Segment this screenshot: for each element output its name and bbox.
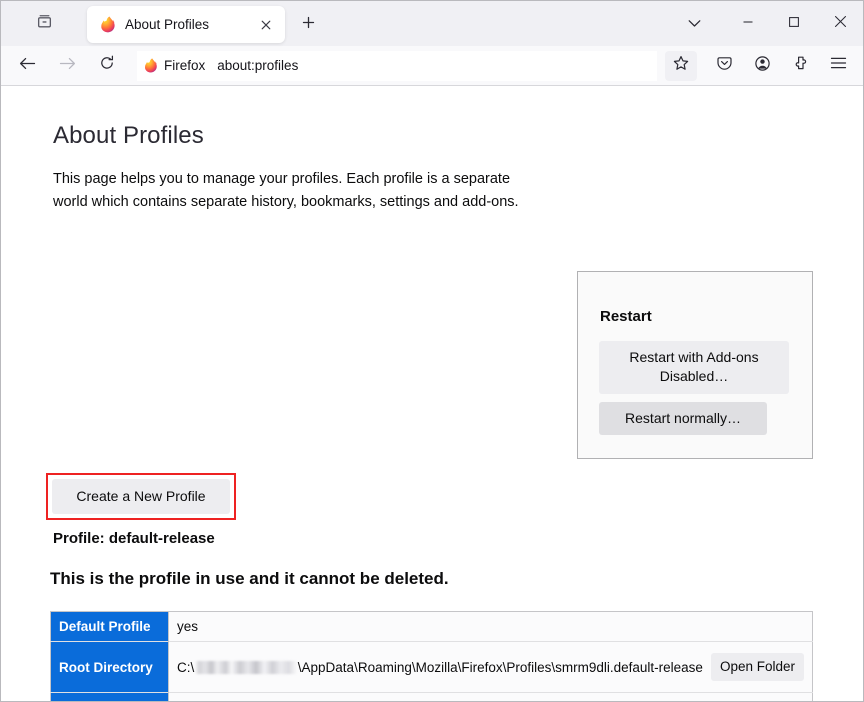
row-value-local-directory: C:\ \AppData\Local\Mozilla\Firefox\Profi… bbox=[168, 692, 813, 701]
account-icon bbox=[754, 55, 771, 77]
create-profile-annotation-highlight: Create a New Profile bbox=[46, 473, 236, 521]
toolbar-right-actions bbox=[705, 50, 857, 82]
tab-close-button[interactable] bbox=[255, 14, 277, 36]
redacted-username-blur bbox=[195, 660, 297, 674]
pocket-button[interactable] bbox=[707, 50, 741, 82]
page-content-area: About Profiles This page helps you to ma… bbox=[1, 86, 863, 701]
star-icon bbox=[673, 55, 689, 76]
minimize-icon bbox=[742, 15, 754, 33]
account-button[interactable] bbox=[745, 50, 779, 82]
chevron-down-icon bbox=[688, 15, 701, 33]
restart-panel: Restart Restart with Add-ons Disabled… R… bbox=[577, 271, 813, 459]
window-controls-region bbox=[675, 1, 863, 46]
row-header-default-profile: Default Profile bbox=[50, 611, 169, 642]
reload-icon bbox=[99, 55, 115, 76]
firefox-view-icon bbox=[36, 13, 53, 35]
address-bar[interactable]: Firefox about:profiles bbox=[137, 50, 657, 81]
about-profiles-page: About Profiles This page helps you to ma… bbox=[1, 86, 863, 701]
url-chip-label: Firefox bbox=[164, 58, 206, 73]
list-all-tabs-button[interactable] bbox=[675, 8, 713, 40]
root-directory-path-prefix: C:\ bbox=[177, 659, 195, 675]
extensions-button[interactable] bbox=[783, 50, 817, 82]
restart-normally-button[interactable]: Restart normally… bbox=[599, 401, 767, 435]
back-arrow-icon bbox=[19, 56, 36, 76]
new-tab-button[interactable] bbox=[294, 11, 322, 39]
profile-details-table: Default Profile yes Root Directory C:\ \… bbox=[50, 611, 813, 701]
window-maximize-button[interactable] bbox=[771, 8, 817, 40]
restart-panel-buttons: Restart with Add-ons Disabled… Restart n… bbox=[599, 341, 789, 435]
tab-title: About Profiles bbox=[125, 17, 210, 32]
forward-button[interactable] bbox=[50, 50, 84, 82]
page-title: About Profiles bbox=[53, 122, 204, 149]
back-button[interactable] bbox=[10, 50, 44, 82]
pocket-icon bbox=[716, 55, 733, 77]
firefox-favicon bbox=[143, 58, 158, 73]
tab-strip-left-region bbox=[1, 1, 87, 46]
bookmark-button[interactable] bbox=[665, 50, 697, 81]
default-profile-value: yes bbox=[177, 619, 199, 634]
app-menu-button[interactable] bbox=[821, 50, 855, 82]
plus-icon bbox=[302, 16, 315, 34]
row-header-root-directory: Root Directory bbox=[50, 641, 169, 693]
url-text: about:profiles bbox=[217, 58, 299, 73]
table-row: Local Directory C:\ \AppData\Local\Mozil… bbox=[50, 692, 813, 701]
firefox-favicon bbox=[99, 16, 116, 33]
navigation-toolbar: Firefox about:profiles bbox=[1, 46, 863, 86]
extensions-icon bbox=[792, 55, 809, 77]
close-icon bbox=[834, 15, 847, 33]
hamburger-menu-icon bbox=[830, 56, 847, 75]
profile-in-use-notice: This is the profile in use and it cannot… bbox=[50, 569, 449, 588]
open-folder-button-root[interactable]: Open Folder bbox=[710, 652, 804, 682]
browser-tab[interactable]: About Profiles bbox=[87, 6, 285, 43]
row-header-local-directory: Local Directory bbox=[50, 692, 169, 701]
restart-with-addons-disabled-button[interactable]: Restart with Add-ons Disabled… bbox=[599, 341, 789, 394]
create-new-profile-button[interactable]: Create a New Profile bbox=[52, 479, 230, 515]
root-directory-path-line: C:\ \AppData\Roaming\Mozilla\Firefox\Pro… bbox=[177, 652, 804, 682]
window-minimize-button[interactable] bbox=[725, 8, 771, 40]
row-value-root-directory: C:\ \AppData\Roaming\Mozilla\Firefox\Pro… bbox=[168, 641, 813, 693]
reload-button[interactable] bbox=[90, 50, 124, 82]
forward-arrow-icon bbox=[59, 56, 76, 76]
page-intro-text: This page helps you to manage your profi… bbox=[53, 171, 519, 210]
firefox-view-button[interactable] bbox=[29, 9, 59, 39]
row-value-default-profile: yes bbox=[168, 611, 813, 642]
window-close-button[interactable] bbox=[817, 8, 863, 40]
restart-panel-heading: Restart bbox=[600, 308, 652, 325]
table-row: Default Profile yes bbox=[50, 611, 813, 642]
profile-heading: Profile: default-release bbox=[53, 530, 215, 547]
url-identity-chip: Firefox bbox=[137, 53, 214, 78]
maximize-icon bbox=[788, 15, 800, 33]
browser-window: About Profiles Firefox about:profiles Ab… bbox=[0, 0, 864, 702]
table-row: Root Directory C:\ \AppData\Roaming\Mozi… bbox=[50, 641, 813, 693]
tab-strip: About Profiles bbox=[1, 1, 863, 46]
root-directory-path-suffix: \AppData\Roaming\Mozilla\Firefox\Profile… bbox=[297, 659, 703, 675]
